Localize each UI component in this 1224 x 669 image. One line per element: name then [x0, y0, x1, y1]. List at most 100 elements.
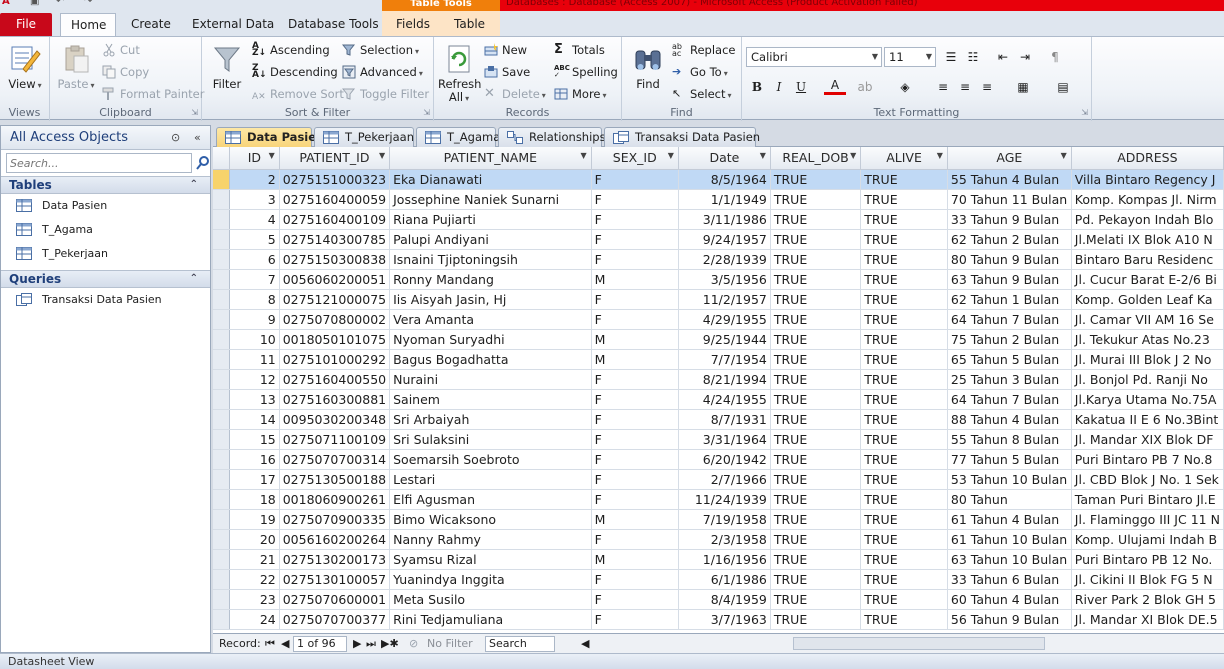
column-header[interactable]: PATIENT_NAME ▼: [389, 147, 592, 170]
record-selector[interactable]: [213, 169, 230, 190]
alternate-row-color-icon[interactable]: ▤: [1052, 77, 1074, 97]
table-cell[interactable]: TRUE: [860, 529, 948, 550]
record-selector[interactable]: [213, 429, 230, 450]
table-cell[interactable]: F: [591, 489, 679, 510]
table-cell[interactable]: 3/31/1964: [678, 429, 771, 450]
column-header[interactable]: ID ▼: [229, 147, 280, 170]
table-cell[interactable]: TRUE: [770, 189, 862, 210]
table-row[interactable]: 7 0056060200051 Ronny Mandang M 3/5/1956 TRUE…: [213, 269, 1224, 290]
table-cell[interactable]: 0275071100109: [279, 429, 391, 450]
table-cell[interactable]: Ronny Mandang: [389, 269, 592, 290]
font-color-icon[interactable]: A: [824, 77, 846, 95]
select-button[interactable]: ↖ Select ▾: [672, 84, 732, 104]
copy-button[interactable]: Copy: [102, 62, 149, 82]
tab-table[interactable]: Table: [444, 13, 495, 36]
table-cell[interactable]: F: [591, 609, 679, 630]
sort-filter-dialog-launcher-icon[interactable]: ⇲: [423, 108, 430, 117]
table-cell[interactable]: 13: [229, 389, 280, 410]
table-cell[interactable]: 63 Tahun 9 Bulan: [947, 269, 1072, 290]
shutter-bar-close-icon[interactable]: «: [194, 126, 201, 150]
table-cell[interactable]: 9/24/1957: [678, 229, 771, 250]
record-selector[interactable]: [213, 549, 230, 570]
column-filter-chevron-icon[interactable]: ▼: [580, 151, 586, 160]
record-selector[interactable]: [213, 269, 230, 290]
table-cell[interactable]: TRUE: [860, 269, 948, 290]
table-row[interactable]: 19 0275070900335 Bimo Wicaksono M 7/19/1958 T…: [213, 509, 1224, 530]
table-cell[interactable]: TRUE: [770, 549, 862, 570]
table-cell[interactable]: 33 Tahun 6 Bulan: [947, 569, 1072, 590]
column-filter-chevron-icon[interactable]: ▼: [379, 151, 385, 160]
refresh-all-button[interactable]: Refresh All ▾: [438, 43, 481, 105]
table-cell[interactable]: 4/24/1955: [678, 389, 771, 410]
bullets-icon[interactable]: ☰: [940, 47, 962, 67]
table-cell[interactable]: TRUE: [860, 509, 948, 530]
nav-item-t-agama[interactable]: T_Agama: [1, 218, 210, 242]
table-row[interactable]: 14 0095030200348 Sri Arbaiyah F 8/7/1931 TRUE…: [213, 409, 1224, 430]
table-cell[interactable]: Jl. CBD Blok J No. 1 Sek: [1071, 469, 1224, 490]
tab-external-data[interactable]: External Data: [182, 13, 284, 36]
table-row[interactable]: 20 0056160200264 Nanny Rahmy F 2/3/1958 TRUE T…: [213, 529, 1224, 550]
table-cell[interactable]: 8/5/1964: [678, 169, 771, 190]
table-cell[interactable]: F: [591, 409, 679, 430]
table-cell[interactable]: Nyoman Suryadhi: [389, 329, 592, 350]
table-cell[interactable]: Sainem: [389, 389, 592, 410]
table-cell[interactable]: TRUE: [770, 269, 862, 290]
table-cell[interactable]: TRUE: [860, 549, 948, 570]
highlight-color-icon[interactable]: ab: [854, 77, 876, 97]
table-cell[interactable]: 0056160200264: [279, 529, 391, 550]
table-cell[interactable]: TRUE: [860, 469, 948, 490]
table-cell[interactable]: 70 Tahun 11 Bulan: [947, 189, 1072, 210]
table-row[interactable]: 3 0275160400059 Jossephine Naniek Sunarni F…: [213, 189, 1224, 210]
collapse-chevron-icon[interactable]: ⌃: [190, 177, 198, 193]
table-cell[interactable]: 17: [229, 469, 280, 490]
bold-button[interactable]: B: [746, 77, 768, 97]
table-cell[interactable]: 61 Tahun 4 Bulan: [947, 509, 1072, 530]
table-cell[interactable]: 0275160400059: [279, 189, 391, 210]
table-cell[interactable]: Syamsu Rizal: [389, 549, 592, 570]
table-cell[interactable]: Bimo Wicaksono: [389, 509, 592, 530]
table-cell[interactable]: Nuraini: [389, 369, 592, 390]
table-cell[interactable]: 11/2/1957: [678, 289, 771, 310]
table-cell[interactable]: Jl. Cikini II Blok FG 5 N: [1071, 569, 1224, 590]
table-cell[interactable]: 0275150300838: [279, 249, 391, 270]
save-icon[interactable]: ▣: [30, 0, 39, 7]
record-selector[interactable]: [213, 529, 230, 550]
ascending-button[interactable]: A Z↓ Ascending: [252, 40, 330, 60]
table-cell[interactable]: TRUE: [770, 569, 862, 590]
filter-status[interactable]: No Filter: [427, 634, 473, 653]
table-cell[interactable]: Yuanindya Inggita: [389, 569, 592, 590]
column-filter-chevron-icon[interactable]: ▼: [937, 151, 943, 160]
goto-button[interactable]: ➔ Go To ▾: [672, 62, 728, 82]
table-cell[interactable]: 0275160300881: [279, 389, 391, 410]
column-header[interactable]: SEX_ID ▼: [591, 147, 679, 170]
toggle-filter-button[interactable]: Toggle Filter: [342, 84, 429, 104]
table-cell[interactable]: 64 Tahun 7 Bulan: [947, 389, 1072, 410]
table-cell[interactable]: Jossephine Naniek Sunarni: [389, 189, 592, 210]
table-cell[interactable]: 0056060200051: [279, 269, 391, 290]
table-cell[interactable]: 0275070800002: [279, 309, 391, 330]
table-row[interactable]: 11 0275101000292 Bagus Bogadhatta M 7/7/1954…: [213, 349, 1224, 370]
table-cell[interactable]: F: [591, 289, 679, 310]
align-left-icon[interactable]: ≡: [932, 77, 954, 97]
table-row[interactable]: 2 0275151000323 Eka Dianawati F 8/5/1964 TRUE…: [213, 169, 1224, 190]
tab-home[interactable]: Home: [60, 13, 116, 36]
column-header[interactable]: PATIENT_ID ▼: [279, 147, 391, 170]
table-cell[interactable]: 20: [229, 529, 280, 550]
table-cell[interactable]: Pd. Pekayon Indah Blo: [1071, 209, 1224, 230]
table-cell[interactable]: Bintaro Baru Residenc: [1071, 249, 1224, 270]
table-cell[interactable]: 5: [229, 229, 280, 250]
table-cell[interactable]: 0275151000323: [279, 169, 391, 190]
table-cell[interactable]: 62 Tahun 2 Bulan: [947, 229, 1072, 250]
table-cell[interactable]: 8: [229, 289, 280, 310]
table-cell[interactable]: Jl.Melati IX Blok A10 N: [1071, 229, 1224, 250]
table-cell[interactable]: 24: [229, 609, 280, 630]
table-cell[interactable]: M: [591, 269, 679, 290]
table-cell[interactable]: 9/25/1944: [678, 329, 771, 350]
record-selector[interactable]: [213, 449, 230, 470]
last-record-icon[interactable]: ⏭: [366, 634, 376, 653]
table-row[interactable]: 24 0275070700377 Rini Tedjamuliana F 3/7/196…: [213, 609, 1224, 630]
table-row[interactable]: 12 0275160400550 Nuraini F 8/21/1994 TRUE TRUE…: [213, 369, 1224, 390]
column-filter-chevron-icon[interactable]: ▼: [1061, 151, 1067, 160]
table-cell[interactable]: Komp. Golden Leaf Ka: [1071, 289, 1224, 310]
table-cell[interactable]: F: [591, 589, 679, 610]
